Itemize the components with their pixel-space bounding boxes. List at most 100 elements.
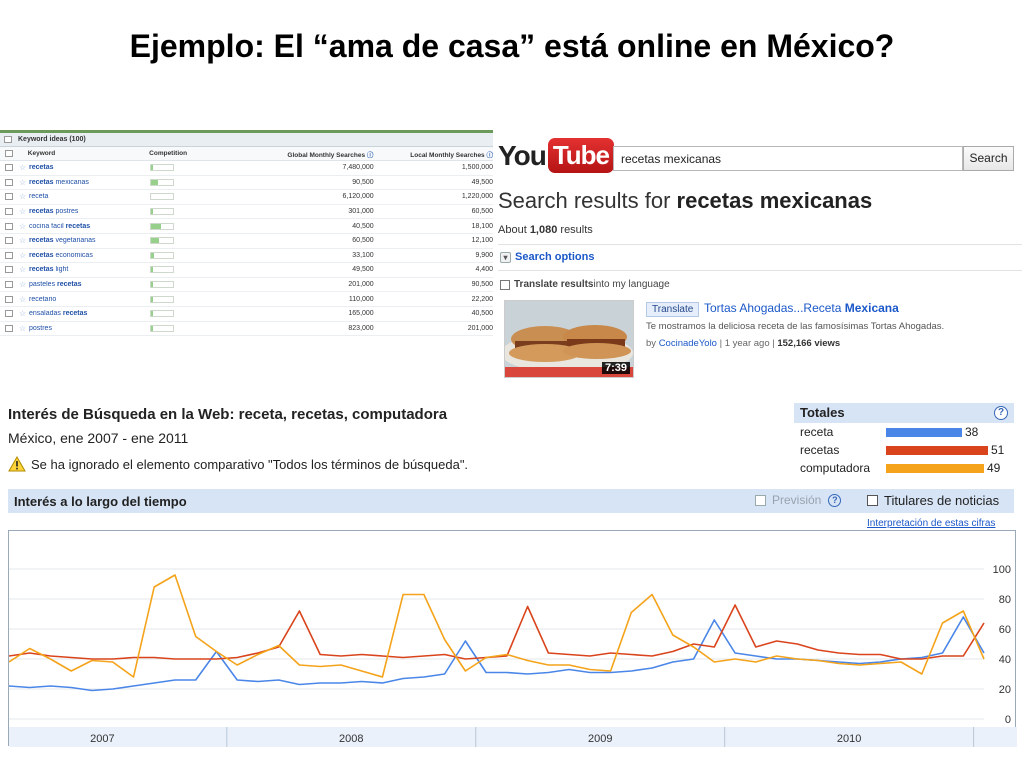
interest-over-time-header: Interés a lo largo del tiempo — [8, 489, 1014, 513]
keyword-row[interactable]: ☆ ensaladas recetas 165,000 40,500 — [0, 307, 493, 322]
competition-fill — [151, 165, 154, 171]
keyword-row[interactable]: ☆ receta 6,120,000 1,220,000 — [0, 190, 493, 205]
column-checkbox[interactable] — [5, 150, 13, 157]
row-checkbox[interactable] — [5, 251, 13, 259]
keyword-row[interactable]: ☆ recetas light 49,500 4,400 — [0, 263, 493, 278]
translate-results-option[interactable]: Translate results into my language — [500, 279, 670, 290]
keyword-row[interactable]: ☆ recetas vegetarianas 60,500 12,100 — [0, 234, 493, 249]
star-icon[interactable]: ☆ — [19, 207, 29, 216]
youtube-logo[interactable]: You Tube — [498, 138, 614, 173]
channel-link[interactable]: CocinadeYolo — [659, 338, 717, 349]
keyword-columns-header: Keyword Competition Global Monthly Searc… — [0, 147, 493, 161]
column-global-searches[interactable]: Global Monthly Searches ⓘ — [228, 149, 373, 159]
column-competition[interactable]: Competition — [149, 150, 228, 157]
keyword-rows: ☆ recetas 7,480,000 1,500,000 ☆ recetas mexic… — [0, 161, 493, 337]
keyword-link[interactable]: recetas vegetarianas — [29, 237, 150, 244]
keyword-link[interactable]: recetario — [29, 296, 150, 303]
row-checkbox[interactable] — [5, 208, 13, 216]
local-searches: 49,500 — [471, 178, 493, 186]
star-icon[interactable]: ☆ — [19, 309, 29, 318]
column-local-searches[interactable]: Local Monthly Searches ⓘ — [373, 149, 493, 159]
keyword-row[interactable]: ☆ recetas mexicanas 90,500 49,500 — [0, 176, 493, 191]
local-searches: 22,200 — [471, 295, 493, 303]
total-label: computadora — [800, 461, 871, 475]
x-tick-label: 2010 — [837, 733, 861, 745]
star-icon[interactable]: ☆ — [19, 192, 29, 201]
column-keyword[interactable]: Keyword — [28, 150, 149, 157]
keyword-link[interactable]: pasteles recetas — [29, 281, 150, 288]
news-checkbox[interactable] — [867, 495, 878, 506]
keyword-row[interactable]: ☆ recetas postres 301,000 60,500 — [0, 205, 493, 220]
row-checkbox[interactable] — [5, 222, 13, 230]
keyword-link[interactable]: recetas — [29, 164, 150, 171]
keyword-link[interactable]: recetas mexicanas — [29, 179, 150, 186]
news-headlines-option[interactable]: Titulares de noticias — [867, 493, 999, 508]
row-checkbox[interactable] — [5, 324, 13, 332]
star-icon[interactable]: ☆ — [19, 280, 29, 289]
row-checkbox[interactable] — [5, 266, 13, 274]
divider — [498, 270, 1022, 271]
row-checkbox[interactable] — [5, 310, 13, 318]
divider — [498, 244, 1022, 245]
video-title-link[interactable]: Tortas Ahogadas...Receta Mexicana — [704, 301, 899, 315]
keyword-link[interactable]: postres — [29, 325, 150, 332]
star-icon[interactable]: ☆ — [19, 324, 29, 333]
y-tick-label: 0 — [1005, 714, 1011, 726]
youtube-search-button[interactable]: Search — [963, 146, 1014, 171]
x-tick-label: 2008 — [339, 733, 363, 745]
series-line-receta — [9, 616, 985, 692]
forecast-label: Previsión — [772, 493, 822, 507]
keyword-row[interactable]: ☆ recetas economicas 33,100 9,900 — [0, 249, 493, 264]
forecast-checkbox[interactable] — [755, 494, 766, 506]
keyword-link[interactable]: recetas economicas — [29, 252, 150, 259]
star-icon[interactable]: ☆ — [19, 178, 29, 187]
y-tick-label: 60 — [999, 624, 1011, 636]
warning-icon — [8, 456, 26, 472]
local-searches: 40,500 — [471, 310, 493, 318]
keyword-row[interactable]: ☆ pasteles recetas 201,000 90,500 — [0, 278, 493, 293]
keyword-row[interactable]: ☆ postres 823,000 201,000 — [0, 322, 493, 337]
total-value: 38 — [965, 425, 979, 439]
total-label: receta — [800, 425, 834, 439]
youtube-search-input[interactable]: recetas mexicanas — [613, 146, 963, 171]
competition-bar — [150, 208, 229, 216]
row-checkbox[interactable] — [5, 281, 13, 289]
translate-button[interactable]: Translate — [646, 302, 700, 317]
star-icon[interactable]: ☆ — [19, 265, 29, 274]
forecast-option[interactable]: Previsión ? — [755, 493, 842, 507]
keyword-row[interactable]: ☆ recetario 110,000 22,200 — [0, 292, 493, 307]
star-icon[interactable]: ☆ — [19, 222, 29, 231]
help-icon[interactable]: ? — [994, 406, 1008, 420]
search-options-label: Search options — [515, 251, 595, 263]
total-row-computadora: computadora 49 — [800, 460, 1000, 476]
star-icon[interactable]: ☆ — [19, 251, 29, 260]
row-checkbox[interactable] — [5, 295, 13, 303]
star-icon[interactable]: ☆ — [19, 295, 29, 304]
competition-fill — [151, 223, 161, 229]
video-thumbnail[interactable]: 7:39 — [504, 300, 634, 378]
translate-checkbox[interactable] — [500, 279, 510, 290]
keyword-link[interactable]: receta — [29, 193, 150, 200]
keyword-link[interactable]: recetas postres — [29, 208, 150, 215]
row-checkbox[interactable] — [5, 178, 13, 186]
star-icon[interactable]: ☆ — [19, 236, 29, 245]
video-description: Te mostramos la deliciosa receta de las … — [646, 321, 945, 332]
keyword-row[interactable]: ☆ cocina facil recetas 40,500 18,100 — [0, 219, 493, 234]
select-all-checkbox[interactable] — [4, 136, 12, 143]
help-icon[interactable]: ? — [828, 493, 842, 507]
star-icon[interactable]: ☆ — [19, 163, 29, 172]
row-checkbox[interactable] — [5, 164, 13, 172]
keyword-link[interactable]: recetas light — [29, 266, 150, 273]
row-checkbox[interactable] — [5, 193, 13, 201]
interpretation-link[interactable]: Interpretación de estas cifras — [867, 518, 995, 529]
global-searches: 33,100 — [352, 251, 374, 259]
keyword-link[interactable]: cocina facil recetas — [29, 223, 150, 230]
video-duration: 7:39 — [601, 362, 630, 374]
youtube-search-options[interactable]: ▾ Search options — [500, 251, 594, 263]
keyword-row[interactable]: ☆ recetas 7,480,000 1,500,000 — [0, 161, 493, 176]
total-row-recetas: recetas 51 — [800, 442, 1004, 458]
keyword-ideas-title: Keyword ideas (100) — [18, 136, 86, 143]
keyword-link[interactable]: ensaladas recetas — [29, 310, 150, 317]
row-checkbox[interactable] — [5, 237, 13, 245]
global-searches: 49,500 — [352, 266, 374, 274]
